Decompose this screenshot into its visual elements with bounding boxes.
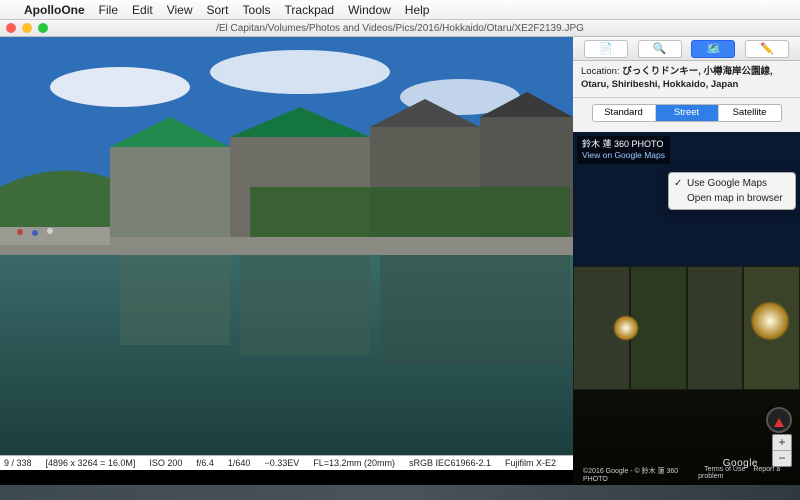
meta-aperture: f/6.4 <box>196 458 214 468</box>
segment-standard[interactable]: Standard <box>593 105 656 121</box>
close-icon[interactable] <box>6 23 16 33</box>
location-field: Location: びっくりドンキー, 小樽海岸公園線, Otaru, Shir… <box>573 61 800 98</box>
meta-ev: −0.33EV <box>264 458 299 468</box>
macos-menubar: ApolloOne File Edit View Sort Tools Trac… <box>0 0 800 20</box>
inspector-panel: 📄 🔍 🗺️ ✏️ Location: びっくりドンキー, 小樽海岸公園線, O… <box>573 37 800 485</box>
menu-view[interactable]: View <box>167 3 193 17</box>
desktop-wallpaper <box>0 485 800 500</box>
segment-street[interactable]: Street <box>656 105 719 121</box>
window-titlebar: /El Capitan/Volumes/Photos and Videos/Pi… <box>0 20 800 37</box>
meta-index: 9 / 338 <box>4 458 32 468</box>
photo-canvas <box>0 37 573 485</box>
app-menu[interactable]: ApolloOne <box>24 3 85 17</box>
inspector-toolbar: 📄 🔍 🗺️ ✏️ <box>573 37 800 61</box>
terms-link[interactable]: Terms of Use <box>704 466 745 473</box>
tab-edit-icon[interactable]: ✏️ <box>745 40 789 58</box>
zoom-icon[interactable] <box>38 23 48 33</box>
streetview-footer: ©2016 Google - © 鈴木 蓮 360 PHOTO Terms of… <box>577 466 796 483</box>
streetview-copyright: ©2016 Google - © 鈴木 蓮 360 PHOTO <box>583 466 692 483</box>
zoom-out-button[interactable]: − <box>773 451 791 466</box>
streetview-attribution: 鈴木 蓮 360 PHOTO View on Google Maps <box>577 136 670 165</box>
menu-tools[interactable]: Tools <box>243 3 271 17</box>
menu-help[interactable]: Help <box>405 3 430 17</box>
menu-open-in-browser[interactable]: Open map in browser <box>669 191 795 206</box>
meta-camera: Fujifilm X-E2 <box>505 458 556 468</box>
zoom-in-button[interactable]: + <box>773 435 791 451</box>
meta-shutter: 1/640 <box>228 458 251 468</box>
view-on-google-maps-link[interactable]: View on Google Maps <box>582 150 665 161</box>
meta-iso: ISO 200 <box>149 458 182 468</box>
tab-map-icon[interactable]: 🗺️ <box>691 40 735 58</box>
compass-icon[interactable] <box>766 407 792 433</box>
window-title-path: /El Capitan/Volumes/Photos and Videos/Pi… <box>216 23 584 34</box>
menu-window[interactable]: Window <box>348 3 391 17</box>
segment-satellite[interactable]: Satellite <box>719 105 781 121</box>
menu-file[interactable]: File <box>99 3 118 17</box>
tab-search-icon[interactable]: 🔍 <box>638 40 682 58</box>
map-context-menu: Use Google Maps Open map in browser <box>668 172 796 210</box>
tab-info-icon[interactable]: 📄 <box>584 40 628 58</box>
meta-focal-length: FL=13.2mm (20mm) <box>313 458 395 468</box>
meta-colorspace: sRGB IEC61966-2.1 <box>409 458 491 468</box>
map-type-segmented: Standard Street Satellite <box>592 104 782 122</box>
metadata-bar: 9 / 338 [4896 x 3264 = 16.0M] ISO 200 f/… <box>0 455 573 470</box>
menu-edit[interactable]: Edit <box>132 3 153 17</box>
menu-trackpad[interactable]: Trackpad <box>285 3 335 17</box>
main-photo-viewport[interactable] <box>0 37 573 485</box>
location-label: Location: <box>581 66 620 77</box>
street-view-pane[interactable]: 鈴木 蓮 360 PHOTO View on Google Maps Use G… <box>573 132 800 485</box>
streetview-author: 鈴木 蓮 360 PHOTO <box>582 139 663 149</box>
zoom-control: + − <box>772 434 792 467</box>
meta-dimensions: [4896 x 3264 = 16.0M] <box>46 458 136 468</box>
menu-sort[interactable]: Sort <box>207 3 229 17</box>
minimize-icon[interactable] <box>22 23 32 33</box>
menu-use-google-maps[interactable]: Use Google Maps <box>669 176 795 191</box>
